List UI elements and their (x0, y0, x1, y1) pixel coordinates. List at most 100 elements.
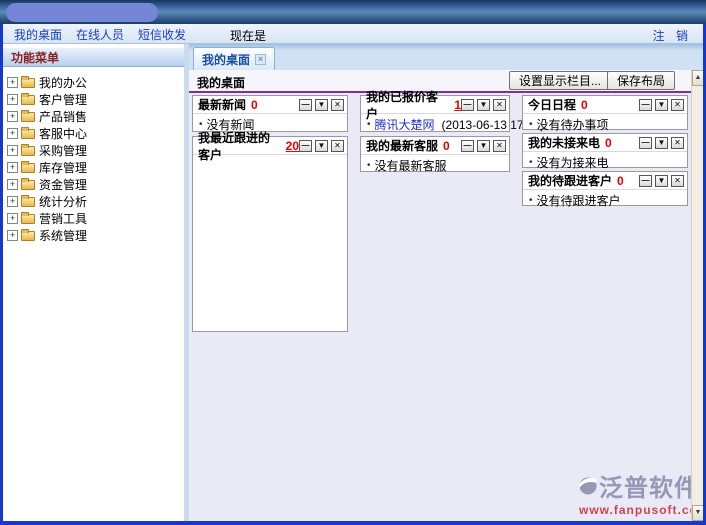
collapse-icon[interactable]: ▼ (655, 137, 668, 149)
sidebar-item-marketing-tools[interactable]: + 营销工具 (7, 210, 182, 227)
close-icon[interactable]: ✕ (331, 140, 344, 152)
sidebar-item-label: 统计分析 (39, 193, 87, 210)
panel-title: 最新新闻 (198, 96, 246, 113)
vendor-name: 泛普软件 (599, 468, 699, 503)
collapse-icon[interactable]: ▼ (477, 99, 490, 111)
panel-pending-followup-customers: 我的待跟进客户 0 — ▼ ✕ • 没有待跟进客户 (522, 171, 688, 206)
expand-icon[interactable]: + (7, 111, 18, 122)
sidebar-item-label: 资金管理 (39, 176, 87, 193)
vertical-scrollbar[interactable]: ▲ ▼ (691, 70, 703, 521)
sidebar-item-customer-mgmt[interactable]: + 客户管理 (7, 91, 182, 108)
collapse-icon[interactable]: ▼ (477, 140, 490, 152)
collapse-icon[interactable]: ▼ (655, 99, 668, 111)
panel-missed-calls: 我的未接来电 0 — ▼ ✕ • 没有为接来电 (522, 133, 688, 168)
close-icon[interactable]: ✕ (671, 99, 684, 111)
sidebar-item-label: 客户管理 (39, 91, 87, 108)
minimize-icon[interactable]: — (639, 175, 652, 187)
collapse-icon[interactable]: ▼ (315, 99, 328, 111)
close-icon[interactable]: ✕ (671, 175, 684, 187)
sidebar-item-label: 库存管理 (39, 159, 87, 176)
current-time-label: 现在是 (230, 27, 266, 44)
save-layout-button[interactable]: 保存布局 (607, 71, 675, 90)
close-icon[interactable]: ✕ (671, 137, 684, 149)
sidebar: 功能菜单 + 我的办公 + 客户管理 + 产品销售 + 客服中心 (3, 44, 184, 521)
vendor-watermark: 泛普软件 www.fanpusoft.com (579, 468, 699, 517)
minimize-icon[interactable]: — (299, 140, 312, 152)
panel-count-link[interactable]: 1 (454, 98, 461, 112)
nav-my-desktop[interactable]: 我的桌面 (14, 26, 62, 43)
customer-link[interactable]: 腾讯大楚网 (375, 116, 435, 133)
bullet-icon: • (529, 195, 533, 206)
folder-icon (21, 231, 35, 241)
folder-icon (21, 163, 35, 173)
window-border-bottom (0, 521, 706, 525)
sidebar-item-service-center[interactable]: + 客服中心 (7, 125, 182, 142)
minimize-icon[interactable]: — (461, 99, 474, 111)
sidebar-item-product-sales[interactable]: + 产品销售 (7, 108, 182, 125)
sidebar-item-label: 系统管理 (39, 227, 87, 244)
panel-title: 我的最新客服 (366, 137, 438, 154)
close-icon[interactable]: ✕ (493, 99, 506, 111)
sidebar-item-my-office[interactable]: + 我的办公 (7, 74, 182, 91)
sidebar-item-inventory[interactable]: + 库存管理 (7, 159, 182, 176)
expand-icon[interactable]: + (7, 145, 18, 156)
panel-empty-item: • 没有待办事项 (523, 114, 687, 135)
page-title: 我的桌面 (197, 74, 245, 91)
panel-empty-item: • 没有待跟进客户 (523, 190, 687, 211)
nav-online-users[interactable]: 在线人员 (76, 26, 124, 43)
close-icon[interactable]: ✕ (331, 99, 344, 111)
sidebar-item-funds[interactable]: + 资金管理 (7, 176, 182, 193)
vendor-logo-icon (579, 471, 597, 501)
minimize-icon[interactable]: — (461, 140, 474, 152)
tab-label: 我的桌面 (202, 51, 250, 68)
expand-icon[interactable]: + (7, 162, 18, 173)
panel-count: 0 (617, 174, 624, 188)
sidebar-item-statistics[interactable]: + 统计分析 (7, 193, 182, 210)
panel-count: 0 (443, 139, 450, 153)
function-menu: + 我的办公 + 客户管理 + 产品销售 + 客服中心 + (7, 74, 182, 244)
sidebar-item-label: 采购管理 (39, 142, 87, 159)
folder-icon (21, 129, 35, 139)
logout-link[interactable]: 注 销 (653, 27, 692, 44)
bullet-icon: • (529, 157, 533, 168)
collapse-icon[interactable]: ▼ (655, 175, 668, 187)
folder-icon (21, 112, 35, 122)
panel-title: 今日日程 (528, 96, 576, 113)
close-icon[interactable]: ✕ (493, 140, 506, 152)
desktop-content: 最新新闻 0 — ▼ ✕ • 没有新闻 我最近跟进的客户 20 (189, 93, 691, 521)
collapse-icon[interactable]: ▼ (315, 140, 328, 152)
sidebar-item-purchasing[interactable]: + 采购管理 (7, 142, 182, 159)
sidebar-title: 功能菜单 (3, 47, 184, 67)
expand-icon[interactable]: + (7, 128, 18, 139)
application-window: 我的桌面 在线人员 短信收发 现在是 注 销 功能菜单 + 我的办公 + 客户管… (0, 0, 706, 525)
panel-title: 我的待跟进客户 (528, 172, 612, 189)
tab-close-icon[interactable]: × (255, 54, 266, 65)
panel-latest-service: 我的最新客服 0 — ▼ ✕ • 没有最新客服 (360, 136, 510, 172)
configure-columns-button[interactable]: 设置显示栏目... (509, 71, 611, 90)
expand-icon[interactable]: + (7, 196, 18, 207)
bullet-icon: • (529, 119, 533, 130)
vendor-url: www.fanpusoft.com (579, 503, 699, 517)
expand-icon[interactable]: + (7, 230, 18, 241)
folder-icon (21, 95, 35, 105)
minimize-icon[interactable]: — (639, 99, 652, 111)
minimize-icon[interactable]: — (299, 99, 312, 111)
panel-count-link[interactable]: 20 (286, 139, 299, 153)
sidebar-item-label: 我的办公 (39, 74, 87, 91)
expand-icon[interactable]: + (7, 94, 18, 105)
expand-icon[interactable]: + (7, 213, 18, 224)
folder-icon (21, 180, 35, 190)
folder-icon (21, 214, 35, 224)
sidebar-item-system-mgmt[interactable]: + 系统管理 (7, 227, 182, 244)
minimize-icon[interactable]: — (639, 137, 652, 149)
tab-my-desktop[interactable]: 我的桌面 × (193, 47, 275, 70)
expand-icon[interactable]: + (7, 77, 18, 88)
company-logo-placeholder (6, 3, 158, 22)
panel-latest-news: 最新新闻 0 — ▼ ✕ • 没有新闻 (192, 95, 348, 132)
bullet-icon: • (367, 119, 371, 130)
nav-sms[interactable]: 短信收发 (138, 26, 186, 43)
tab-strip: 我的桌面 × (189, 44, 703, 70)
expand-icon[interactable]: + (7, 179, 18, 190)
bullet-icon: • (367, 160, 371, 171)
panel-count: 0 (605, 136, 612, 150)
